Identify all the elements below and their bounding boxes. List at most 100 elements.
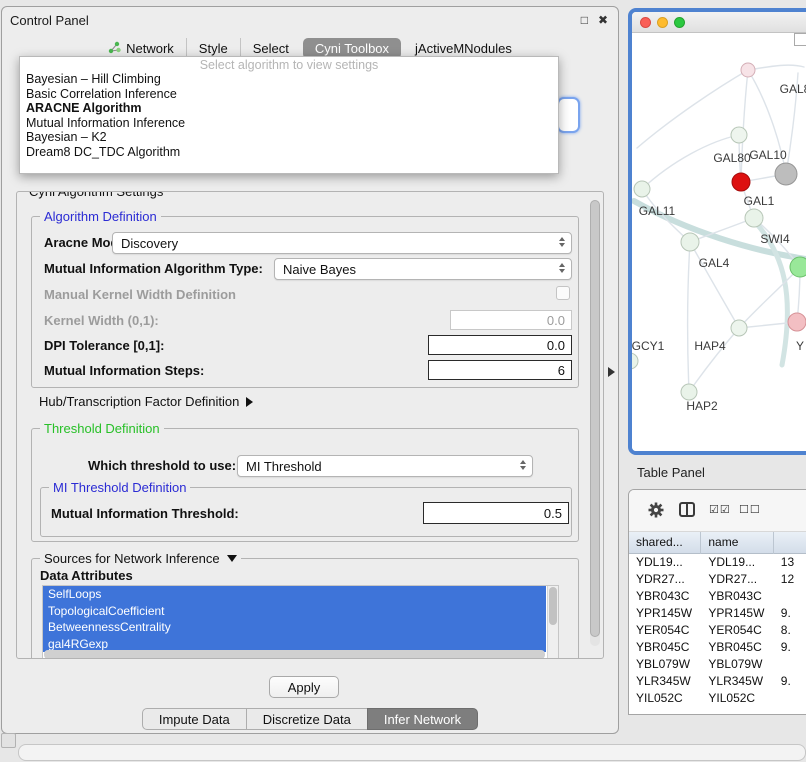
network-node[interactable] bbox=[634, 181, 650, 197]
column-header[interactable] bbox=[774, 532, 806, 554]
network-overview-toggle[interactable] bbox=[794, 33, 806, 46]
group-title: MI Threshold Definition bbox=[53, 480, 186, 495]
dropdown-item[interactable]: Dream8 DC_TDC Algorithm bbox=[20, 145, 558, 160]
unselect-all-columns-icon[interactable]: ☐☐ bbox=[739, 503, 761, 516]
tab-label: Network bbox=[126, 41, 174, 56]
select-all-columns-icon[interactable]: ☑☑ bbox=[709, 503, 731, 516]
dpi-tolerance-input[interactable]: 0.0 bbox=[428, 335, 572, 355]
network-node-label: GAL11 bbox=[639, 204, 676, 218]
tab-impute-data[interactable]: Impute Data bbox=[142, 708, 247, 730]
splitpane-handle[interactable] bbox=[608, 367, 615, 377]
table-cell: YDR27... bbox=[629, 571, 701, 588]
table-row[interactable]: YER054CYER054C8. bbox=[629, 622, 806, 639]
expanded-arrow-icon[interactable] bbox=[227, 555, 237, 562]
cyni-algorithm-settings-group: Cyni Algorithm Settings Algorithm Defini… bbox=[16, 191, 604, 659]
table-toolbar: ☑☑ ☐☐ bbox=[629, 490, 806, 532]
network-node[interactable] bbox=[741, 63, 755, 77]
table-cell: YBR045C bbox=[701, 639, 773, 656]
hub-definition-toggle[interactable]: Hub/Transcription Factor Definition bbox=[39, 394, 253, 409]
settings-scrollbar[interactable] bbox=[590, 200, 600, 646]
zoom-traffic-light-icon[interactable] bbox=[674, 17, 685, 28]
table-row[interactable]: YIL052CYIL052C bbox=[629, 690, 806, 707]
horizontal-scrollbar[interactable] bbox=[18, 744, 806, 761]
network-node-label: SWI4 bbox=[760, 232, 790, 246]
kernel-width-input[interactable]: 0.0 bbox=[450, 310, 572, 330]
algorithm-combo-fragment[interactable] bbox=[557, 97, 580, 133]
table-row[interactable]: YDL19...YDL19...13 bbox=[629, 554, 806, 571]
list-scrollbar[interactable] bbox=[547, 586, 558, 659]
table-cell: 8. bbox=[774, 622, 806, 639]
network-node[interactable] bbox=[775, 163, 797, 185]
data-attributes-label: Data Attributes bbox=[40, 569, 133, 583]
network-node-label: GCY1 bbox=[632, 339, 665, 353]
list-item[interactable]: TopologicalCoefficient bbox=[43, 603, 546, 620]
mi-threshold-input[interactable]: 0.5 bbox=[423, 502, 569, 524]
list-item[interactable]: SelfLoops bbox=[43, 586, 546, 603]
network-node[interactable] bbox=[790, 257, 806, 277]
tab-label: Select bbox=[253, 41, 289, 56]
table-cell: YPR145W bbox=[629, 605, 701, 622]
show-columns-icon[interactable] bbox=[679, 502, 695, 517]
network-node[interactable] bbox=[788, 313, 806, 331]
column-header[interactable]: name bbox=[701, 532, 773, 554]
application-window: Control Panel □ ✖ Network bbox=[0, 0, 806, 762]
network-node[interactable] bbox=[632, 353, 638, 369]
apply-button[interactable]: Apply bbox=[269, 676, 339, 698]
network-node-label: GAL10 bbox=[749, 148, 787, 162]
table-cell: 9. bbox=[774, 673, 806, 690]
dropdown-item[interactable]: Basic Correlation Inference bbox=[20, 87, 558, 102]
mi-algorithm-type-select[interactable]: Naive Bayes bbox=[274, 258, 572, 280]
table-row[interactable]: YLR345WYLR345W9. bbox=[629, 673, 806, 690]
mi-steps-input[interactable]: 6 bbox=[428, 360, 572, 380]
network-node[interactable] bbox=[681, 233, 699, 251]
dropdown-item-selected[interactable]: ARACNE Algorithm bbox=[20, 101, 558, 116]
network-node-label: GAL4 bbox=[699, 256, 730, 270]
gear-icon[interactable] bbox=[647, 501, 665, 519]
tab-discretize-data[interactable]: Discretize Data bbox=[246, 708, 368, 730]
tab-label: Impute Data bbox=[159, 712, 230, 727]
kernel-width-value: 0.0 bbox=[547, 313, 565, 328]
dropdown-item[interactable]: Bayesian – Hill Climbing bbox=[20, 72, 558, 87]
network-canvas[interactable]: GAL8GAL80GAL10GAL11GAL1SWI4GAL4GCY1HAP4Y… bbox=[632, 33, 806, 451]
close-icon[interactable]: ✖ bbox=[598, 13, 608, 27]
network-tab-icon bbox=[108, 41, 121, 57]
hub-definition-label: Hub/Transcription Factor Definition bbox=[39, 394, 239, 409]
table-row[interactable]: YBR043CYBR043C bbox=[629, 588, 806, 605]
control-panel-titlebar: Control Panel □ ✖ bbox=[2, 7, 618, 33]
which-threshold-select[interactable]: MI Threshold bbox=[237, 455, 533, 477]
dropdown-item[interactable]: Bayesian – K2 bbox=[20, 130, 558, 145]
tab-label: Style bbox=[199, 41, 228, 56]
table-cell: YBR043C bbox=[629, 588, 701, 605]
minimize-traffic-light-icon[interactable] bbox=[657, 17, 668, 28]
network-node[interactable] bbox=[731, 320, 747, 336]
network-node-label: GAL1 bbox=[744, 194, 775, 208]
manual-kernel-width-checkbox[interactable] bbox=[556, 286, 570, 300]
table-cell: YDR27... bbox=[701, 571, 773, 588]
aracne-mode-select[interactable]: Discovery bbox=[112, 232, 572, 254]
column-header[interactable]: shared... bbox=[629, 532, 701, 554]
network-node[interactable] bbox=[732, 173, 750, 191]
network-node[interactable] bbox=[681, 384, 697, 400]
dropdown-item[interactable]: Mutual Information Inference bbox=[20, 116, 558, 131]
sources-title: Sources for Network Inference bbox=[44, 551, 220, 566]
list-horizontal-scrollbar[interactable] bbox=[44, 650, 545, 659]
table-row[interactable]: YPR145WYPR145W9. bbox=[629, 605, 806, 622]
dpi-tolerance-label: DPI Tolerance [0,1]: bbox=[44, 339, 164, 353]
list-item[interactable]: BetweennessCentrality bbox=[43, 619, 546, 636]
algorithm-definition-group: Algorithm Definition Aracne Mode: Discov… bbox=[31, 216, 579, 388]
table-row[interactable]: YBL079WYBL079W bbox=[629, 656, 806, 673]
group-title: Algorithm Definition bbox=[44, 209, 157, 224]
mi-algorithm-type-value: Naive Bayes bbox=[283, 262, 356, 277]
table-cell: YPR145W bbox=[701, 605, 773, 622]
close-traffic-light-icon[interactable] bbox=[640, 17, 651, 28]
table-row[interactable]: YBR045CYBR045C9. bbox=[629, 639, 806, 656]
panel-corner-button[interactable] bbox=[1, 733, 16, 748]
float-window-icon[interactable]: □ bbox=[581, 13, 588, 27]
which-threshold-value: MI Threshold bbox=[246, 459, 322, 474]
data-attributes-list: SelfLoops TopologicalCoefficient Between… bbox=[42, 585, 559, 659]
tab-infer-network[interactable]: Infer Network bbox=[367, 708, 478, 730]
table-row[interactable]: YDR27...YDR27...12 bbox=[629, 571, 806, 588]
network-node[interactable] bbox=[745, 209, 763, 227]
table-cell: YIL052C bbox=[629, 690, 701, 707]
network-node[interactable] bbox=[731, 127, 747, 143]
